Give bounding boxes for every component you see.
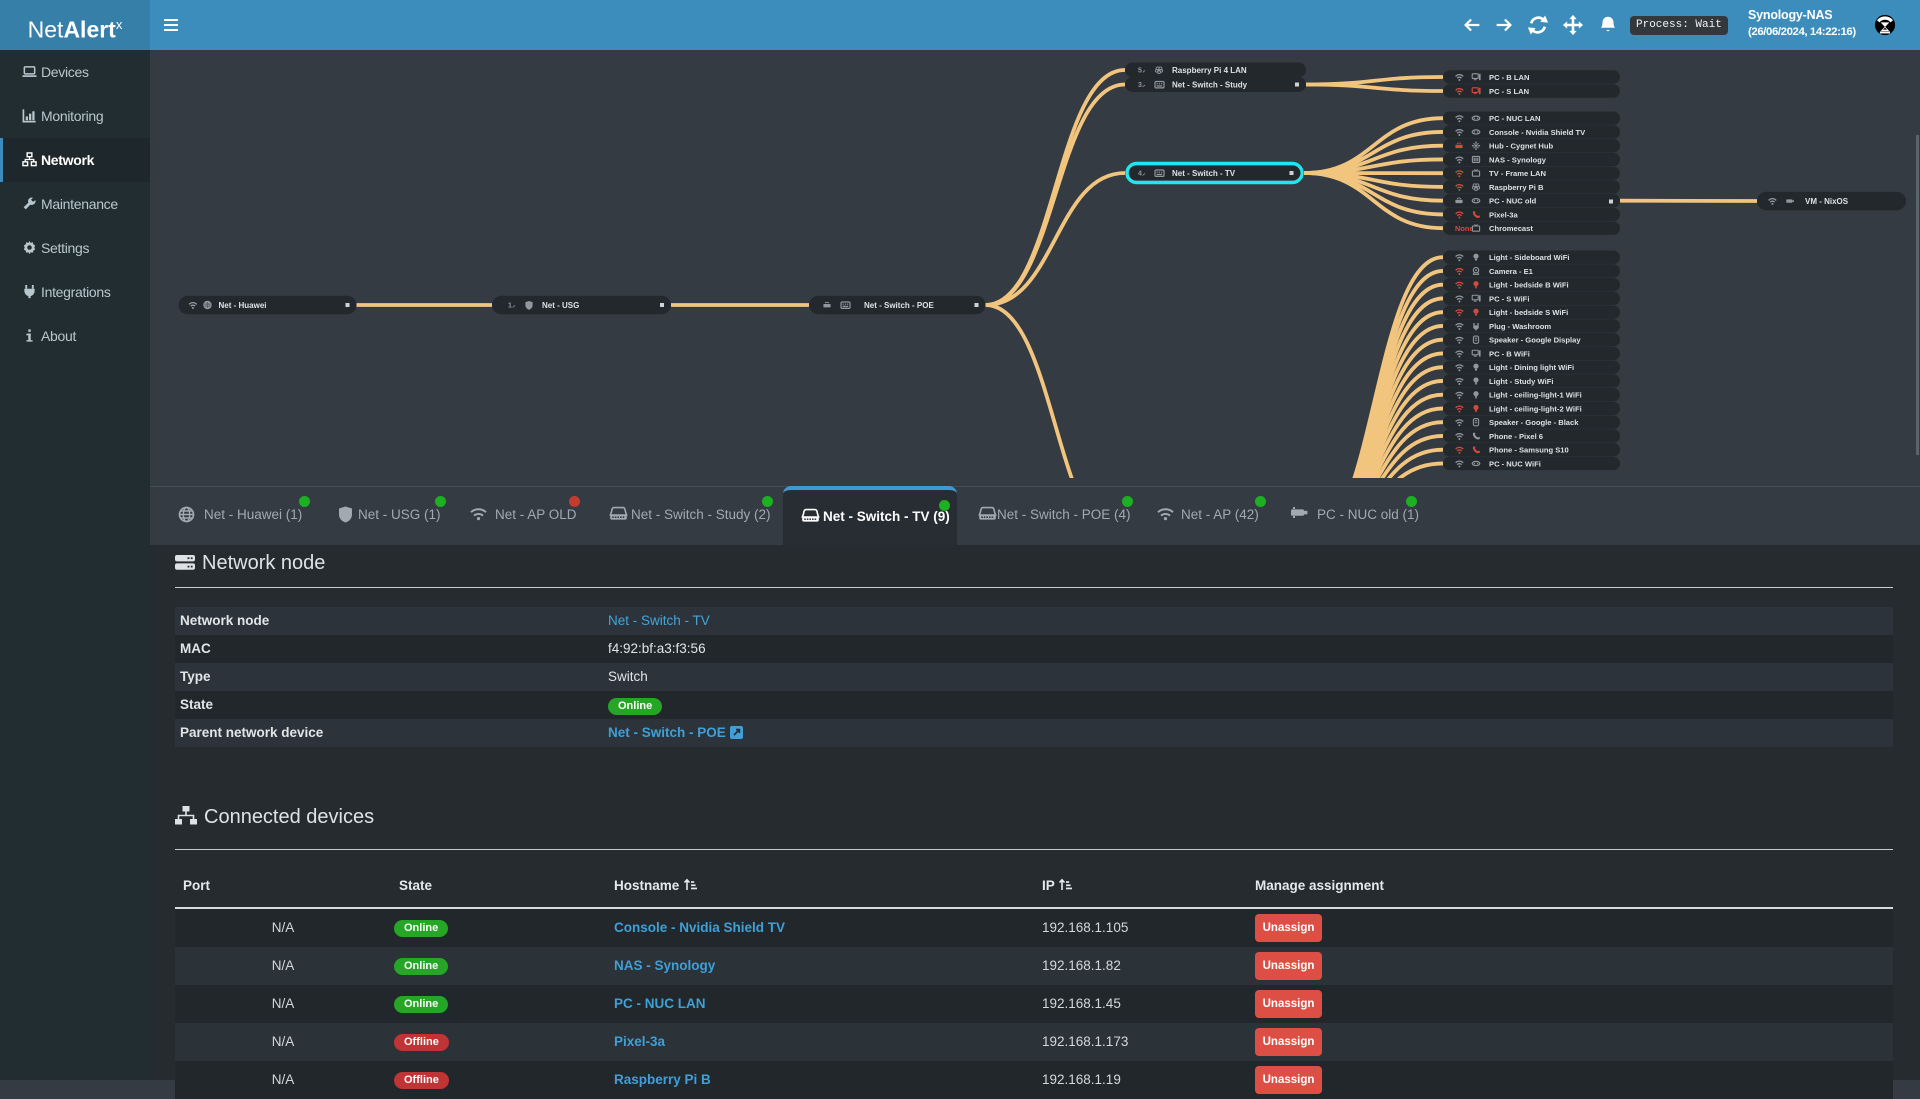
svg-text:Chromecast: Chromecast (1489, 224, 1533, 233)
svg-text:PC - S LAN: PC - S LAN (1489, 87, 1529, 96)
svg-text:Net - USG: Net - USG (542, 301, 579, 310)
svg-text:Phone - Samsung S10: Phone - Samsung S10 (1489, 446, 1569, 455)
svg-text:Raspberry Pi 4 LAN: Raspberry Pi 4 LAN (1172, 66, 1247, 75)
svg-text:NAS - Synology: NAS - Synology (1489, 155, 1547, 164)
svg-text:PC - S WiFi: PC - S WiFi (1489, 294, 1529, 303)
svg-text:PC - B LAN: PC - B LAN (1489, 73, 1530, 82)
svg-text:Phone - Pixel 6: Phone - Pixel 6 (1489, 432, 1543, 441)
svg-text:Raspberry Pi B: Raspberry Pi B (1489, 183, 1544, 192)
svg-text:Speaker - Google - Black: Speaker - Google - Black (1489, 418, 1579, 427)
svg-text:Camera - E1: Camera - E1 (1489, 267, 1534, 276)
svg-text:1: 1 (508, 303, 512, 310)
svg-text:Light - Sideboard WiFi: Light - Sideboard WiFi (1489, 253, 1570, 262)
svg-text:PC - NUC old: PC - NUC old (1489, 197, 1537, 206)
svg-text:TV - Frame LAN: TV - Frame LAN (1489, 169, 1546, 178)
svg-text:None: None (1455, 224, 1473, 233)
svg-text:Speaker - Google Display: Speaker - Google Display (1489, 336, 1581, 345)
svg-text:PC - B WiFi: PC - B WiFi (1489, 349, 1530, 358)
svg-text:4: 4 (1138, 171, 1142, 178)
svg-text:Light - ceiling-light-1 WiFi: Light - ceiling-light-1 WiFi (1489, 391, 1582, 400)
svg-text:Light - Dining light WiFi: Light - Dining light WiFi (1489, 363, 1574, 372)
svg-text:Net - Switch - Study: Net - Switch - Study (1172, 81, 1248, 90)
svg-text:VM - NixOS: VM - NixOS (1805, 197, 1849, 206)
svg-text:Net - Switch - POE: Net - Switch - POE (864, 301, 934, 310)
svg-text:3: 3 (1138, 82, 1142, 89)
svg-text:Pixel-3a: Pixel-3a (1489, 210, 1518, 219)
svg-text:Light - ceiling-light-2 WiFi: Light - ceiling-light-2 WiFi (1489, 404, 1582, 413)
svg-text:PC - NUC WiFi: PC - NUC WiFi (1489, 459, 1541, 468)
svg-text:Net - Switch - TV: Net - Switch - TV (1172, 169, 1236, 178)
svg-text:Hub - Cygnet Hub: Hub - Cygnet Hub (1489, 142, 1553, 151)
svg-text:Console - Nvidia Shield TV: Console - Nvidia Shield TV (1489, 128, 1586, 137)
svg-text:PC - NUC LAN: PC - NUC LAN (1489, 114, 1540, 123)
svg-text:Light - Study WiFi: Light - Study WiFi (1489, 377, 1553, 386)
svg-text:Net - Huawei: Net - Huawei (219, 301, 267, 310)
svg-text:Light - bedside S WiFi: Light - bedside S WiFi (1489, 308, 1568, 317)
svg-text:Plug - Washroom: Plug - Washroom (1489, 322, 1551, 331)
svg-text:Light - bedside B WiFi: Light - bedside B WiFi (1489, 281, 1569, 290)
svg-text:5: 5 (1138, 68, 1142, 75)
